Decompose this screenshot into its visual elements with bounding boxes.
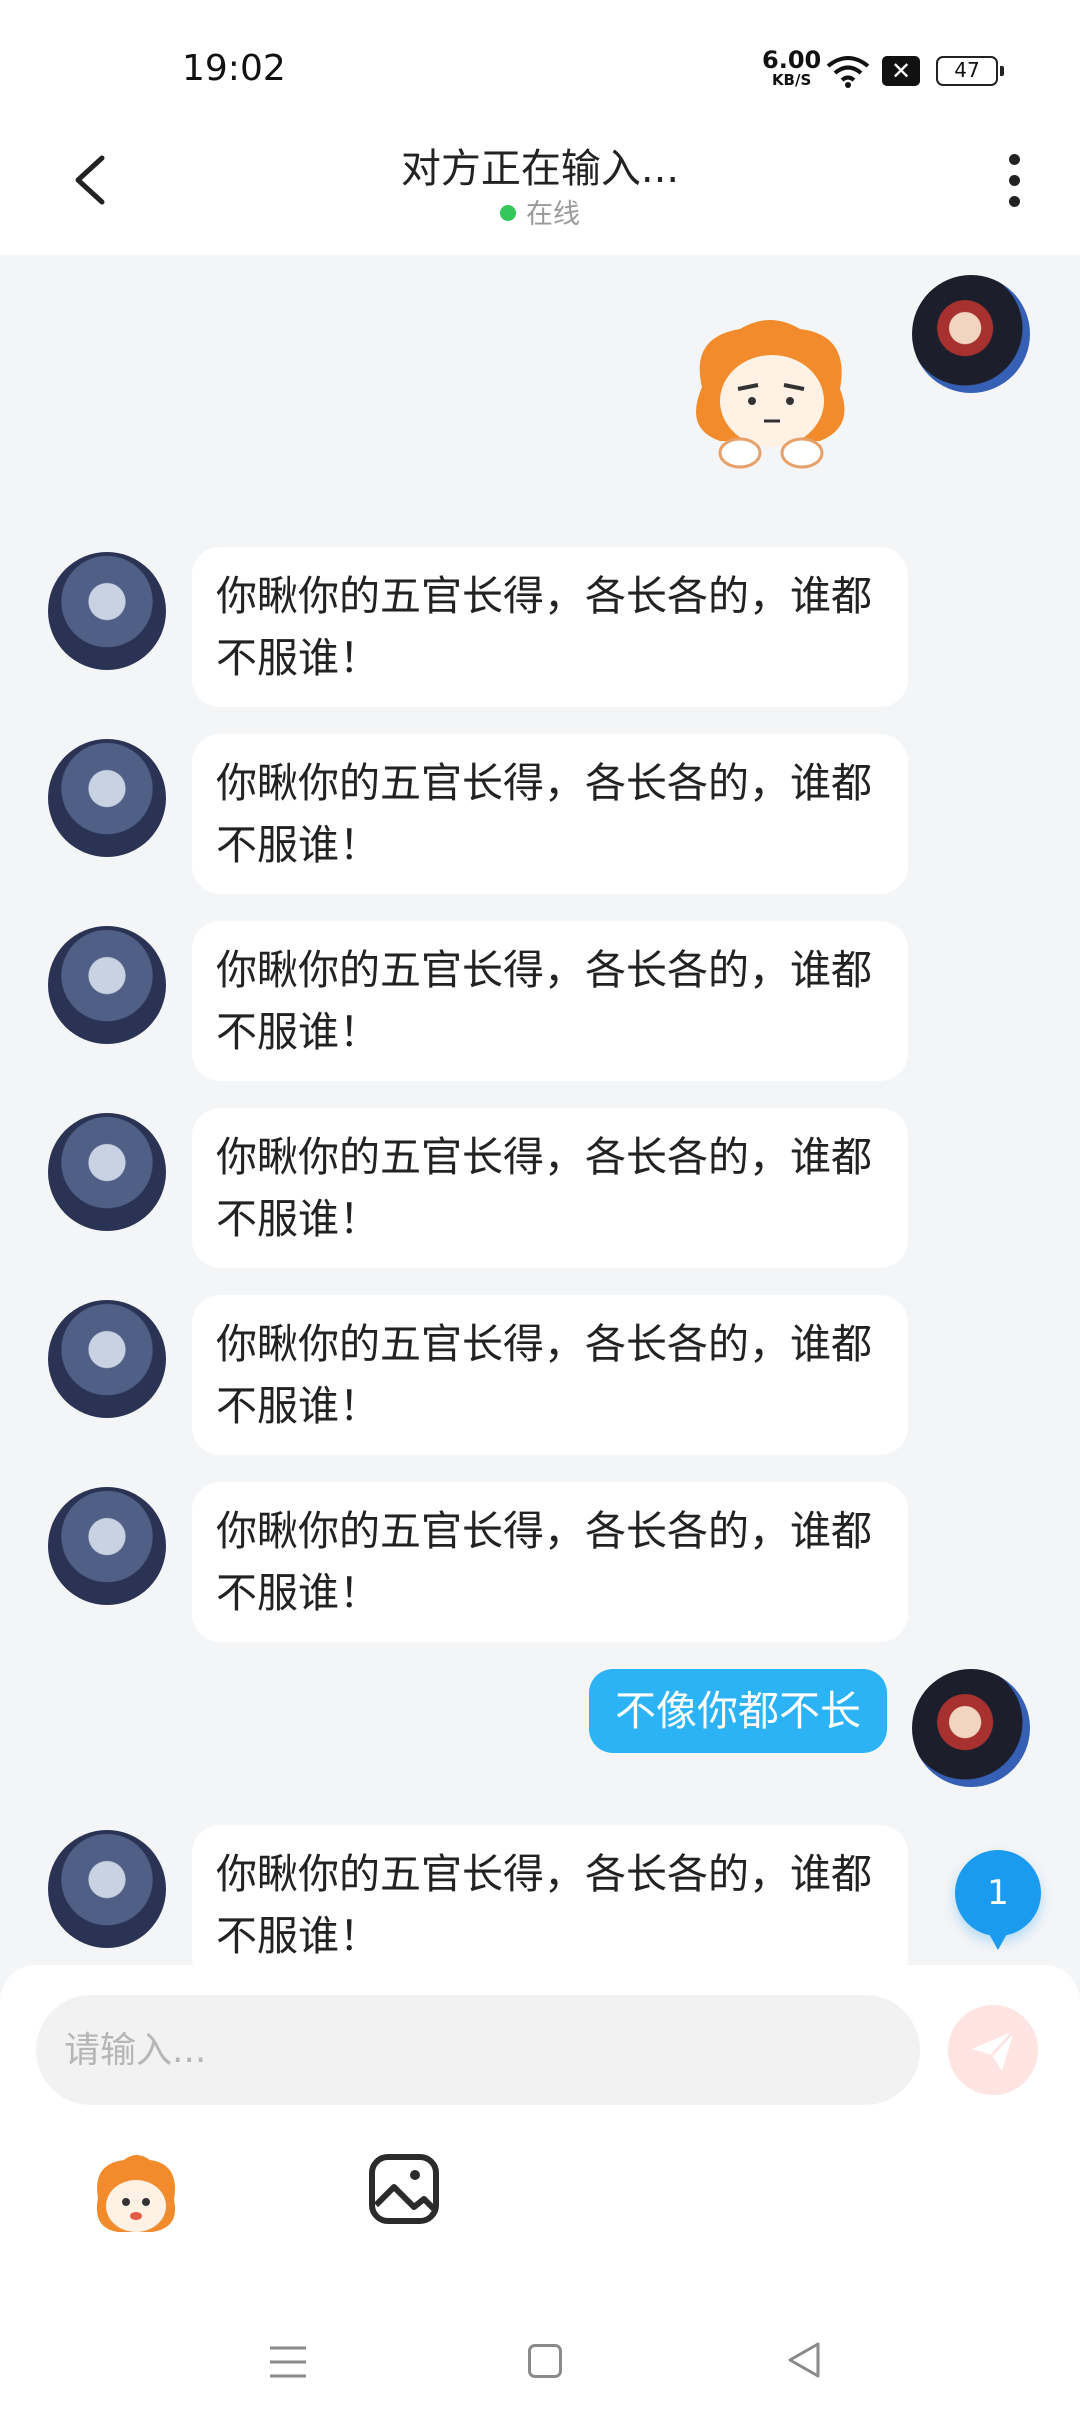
sticker-image xyxy=(696,320,845,469)
sticker-icon[interactable] xyxy=(88,2150,184,2246)
message-bubble[interactable]: 你瞅你的五官长得，各长各的，谁都不服谁！ xyxy=(192,734,908,894)
send-icon[interactable] xyxy=(948,2005,1038,2095)
nav-back-icon[interactable] xyxy=(784,2340,824,2380)
contact-avatar[interactable] xyxy=(48,552,166,670)
message-bubble[interactable]: 你瞅你的五官长得，各长各的，谁都不服谁！ xyxy=(192,1482,908,1642)
chat-title: 对方正在输入... xyxy=(400,146,680,192)
message-bubble[interactable]: 你瞅你的五官长得，各长各的，谁都不服谁！ xyxy=(192,1295,908,1455)
chat-header: 对方正在输入... 在线 xyxy=(0,120,1080,255)
contact-avatar[interactable] xyxy=(48,1300,166,1418)
my-message-bubble[interactable]: 不像你都不长 xyxy=(589,1669,887,1753)
network-speed: 6.00 KB/S xyxy=(762,48,821,90)
message-bubble[interactable]: 你瞅你的五官长得，各长各的，谁都不服谁！ xyxy=(192,1108,908,1268)
message-bubble[interactable]: 你瞅你的五官长得，各长各的，谁都不服谁！ xyxy=(192,921,908,1081)
message-bubble[interactable]: 你瞅你的五官长得，各长各的，谁都不服谁！ xyxy=(192,547,908,707)
wifi-icon xyxy=(826,56,870,88)
battery-icon: 47 xyxy=(936,56,1004,86)
battery-level: 47 xyxy=(954,58,980,82)
my-avatar[interactable] xyxy=(912,275,1030,393)
contact-avatar[interactable] xyxy=(48,739,166,857)
system-navigation-bar xyxy=(0,2300,1080,2412)
online-dot xyxy=(500,205,516,221)
more-vert-icon[interactable] xyxy=(996,154,1032,218)
message-bubble[interactable]: 你瞅你的五官长得，各长各的，谁都不服谁！ xyxy=(192,1825,908,1985)
my-avatar[interactable] xyxy=(912,1669,1030,1787)
contact-avatar[interactable] xyxy=(48,1487,166,1605)
status-bar: 19:02 6.00 KB/S ✕ 47 xyxy=(0,0,1080,120)
home-icon[interactable] xyxy=(528,2344,562,2378)
online-status-label: 在线 xyxy=(526,199,580,230)
contact-avatar[interactable] xyxy=(48,1113,166,1231)
status-time: 19:02 xyxy=(182,48,286,89)
notification-icon: ✕ xyxy=(882,56,920,86)
menu-icon[interactable] xyxy=(268,2344,308,2380)
message-input[interactable] xyxy=(36,1995,920,2105)
contact-avatar[interactable] xyxy=(48,926,166,1044)
image-icon[interactable] xyxy=(368,2153,440,2225)
unread-count-badge[interactable]: 1 xyxy=(955,1850,1041,1950)
contact-avatar[interactable] xyxy=(48,1830,166,1948)
online-status: 在线 xyxy=(0,192,1080,231)
message-list[interactable]: 你瞅你的五官长得，各长各的，谁都不服谁！ 你瞅你的五官长得，各长各的，谁都不服谁… xyxy=(0,255,1080,1985)
